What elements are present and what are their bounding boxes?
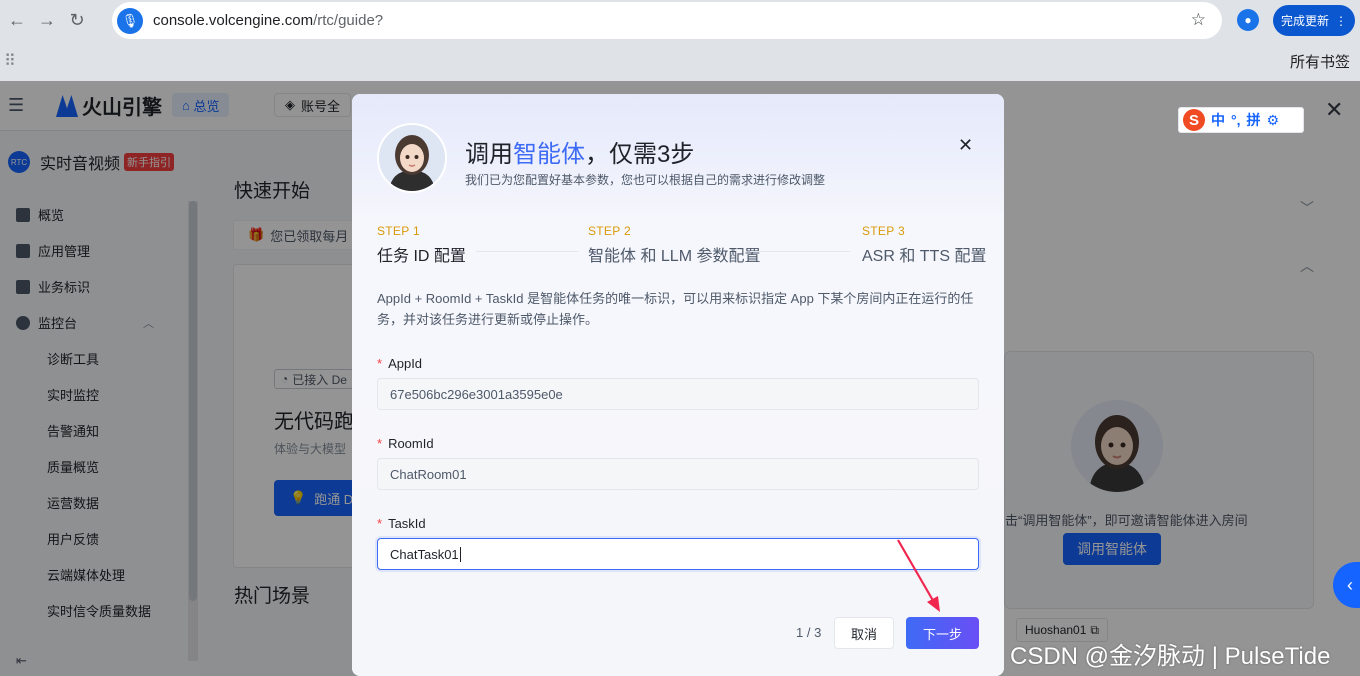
step-3: STEP 3 ASR 和 TTS 配置 <box>862 224 986 266</box>
task-id-description: AppId + RoomId + TaskId 是智能体任务的唯一标识，可以用来… <box>377 291 974 327</box>
step-1: STEP 1 任务 ID 配置 <box>377 224 466 266</box>
forward-icon[interactable]: → <box>32 6 62 36</box>
step-number: STEP 3 <box>862 224 905 238</box>
more-vert-icon: ⋮ <box>1335 13 1347 28</box>
taskid-label-text: TaskId <box>388 516 426 531</box>
title-highlight: 智能体 <box>513 141 585 168</box>
roomid-label: * RoomId <box>377 436 434 451</box>
roomid-value: ChatRoom01 <box>390 466 467 482</box>
taskid-field[interactable]: ChatTask01 <box>377 538 979 570</box>
roomid-label-text: RoomId <box>388 436 434 451</box>
roomid-field[interactable]: ChatRoom01 <box>377 458 979 490</box>
url-host: console.volcengine.com <box>153 12 314 29</box>
step-name: 智能体 和 LLM 参数配置 <box>588 248 761 265</box>
step-number: STEP 2 <box>588 224 631 238</box>
appid-label-text: AppId <box>388 356 423 371</box>
title-pre: 调用 <box>465 141 513 168</box>
appid-label: * AppId <box>377 356 422 371</box>
ime-mode[interactable]: 拼 <box>1247 110 1261 130</box>
update-button[interactable]: 完成更新 ⋮ <box>1273 5 1355 36</box>
drawer-close-icon[interactable]: ✕ <box>1325 97 1343 123</box>
agent-avatar <box>377 123 447 193</box>
required-marker: * <box>377 356 383 371</box>
step-name: 任务 ID 配置 <box>377 248 466 265</box>
modal-subtitle: 我们已为您配置好基本参数，您也可以根据自己的需求进行修改调整 <box>465 173 826 187</box>
taskid-label: * TaskId <box>377 516 426 531</box>
required-marker: * <box>377 436 383 451</box>
close-icon[interactable]: ✕ <box>958 135 973 156</box>
apps-grid-icon[interactable]: ⠿ <box>4 51 16 71</box>
url-path: /rtc/guide? <box>313 12 384 29</box>
modal-title: 调用智能体，仅需3步 <box>465 134 694 169</box>
step-number: STEP 1 <box>377 224 420 238</box>
step-2: STEP 2 智能体 和 LLM 参数配置 <box>588 224 760 266</box>
modal-body <box>352 214 1004 676</box>
ime-punct[interactable]: °, <box>1231 112 1241 128</box>
call-agent-modal: 调用智能体，仅需3步 我们已为您配置好基本参数，您也可以根据自己的需求进行修改调… <box>352 94 1004 676</box>
taskid-value: ChatTask01 <box>390 546 459 562</box>
all-bookmarks[interactable]: 所有书签 <box>1290 51 1350 72</box>
back-icon[interactable]: ← <box>2 6 32 36</box>
ime-lang[interactable]: 中 <box>1211 110 1225 130</box>
step-name: ASR 和 TTS 配置 <box>862 248 987 265</box>
chevron-left-icon: ‹ <box>1347 574 1353 595</box>
gear-icon[interactable]: ⚙ <box>1267 112 1280 129</box>
required-marker: * <box>377 516 383 531</box>
step-divider <box>476 251 578 252</box>
ime-toolbar[interactable]: S 中 °, 拼 ⚙ <box>1178 107 1304 133</box>
reload-icon[interactable]: ↻ <box>62 6 92 36</box>
title-post: ，仅需3步 <box>585 141 695 168</box>
next-step-button[interactable]: 下一步 <box>906 617 979 649</box>
appid-value: 67e506bc296e3001a3595e0e <box>390 386 563 402</box>
watermark: CSDN @金汐脉动 | PulseTide <box>1010 643 1331 670</box>
profile-icon[interactable]: ● <box>1237 9 1259 31</box>
text-cursor <box>459 546 461 562</box>
sogou-logo-icon: S <box>1183 109 1205 131</box>
step-pager: 1 / 3 <box>796 625 822 640</box>
appid-field[interactable]: 67e506bc296e3001a3595e0e <box>377 378 979 410</box>
step-divider <box>750 251 850 252</box>
cancel-button[interactable]: 取消 <box>834 617 894 649</box>
microphone-icon[interactable]: 🎙 <box>117 7 143 34</box>
bookmark-star-icon[interactable]: ☆ <box>1191 10 1206 30</box>
update-button-label: 完成更新 <box>1280 14 1329 28</box>
bookmarks-bar: ⠿ 所有书签 <box>0 41 1360 81</box>
address-bar[interactable]: 🎙 console.volcengine.com/rtc/guide? ☆ <box>112 2 1222 39</box>
